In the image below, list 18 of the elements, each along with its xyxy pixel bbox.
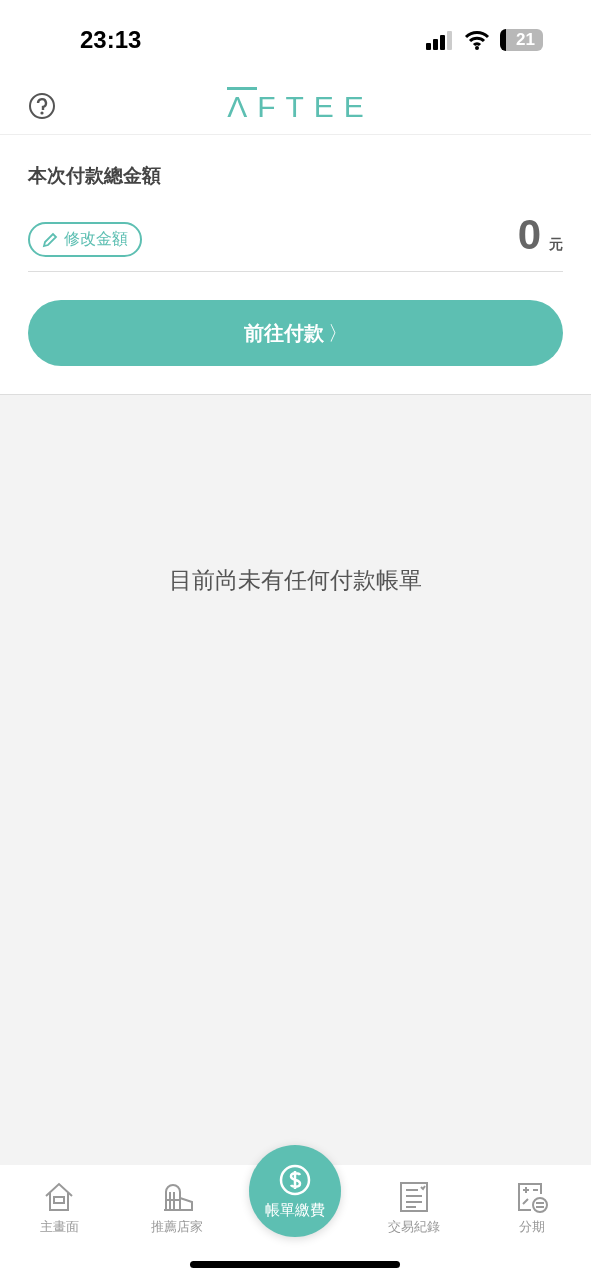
proceed-payment-button[interactable]: 前往付款 〉 (28, 300, 563, 366)
signal-icon (426, 30, 455, 50)
tab-item[interactable]: 帳單繳費 (249, 1145, 342, 1237)
pencil-icon (42, 231, 58, 248)
tab-item[interactable]: 交易紀錄 (367, 1173, 460, 1243)
total-amount-title: 本次付款總金額 (28, 163, 162, 188)
amount-value: 0 (517, 211, 541, 259)
dollar-icon (278, 1162, 313, 1197)
tab-item[interactable]: 推薦店家 (131, 1173, 224, 1243)
status-time: 23:13 (80, 26, 142, 54)
edit-amount-button[interactable]: 修改金額 (28, 222, 142, 257)
currency-unit: 元 (549, 236, 563, 254)
help-icon[interactable] (28, 92, 56, 120)
empty-message: 目前尚未有任何付款帳單 (169, 566, 422, 595)
wifi-icon (464, 30, 491, 50)
tab-item[interactable]: 分期 (485, 1173, 578, 1243)
tab-item[interactable]: 主畫面 (13, 1173, 106, 1243)
battery-level: 21 (500, 29, 543, 51)
